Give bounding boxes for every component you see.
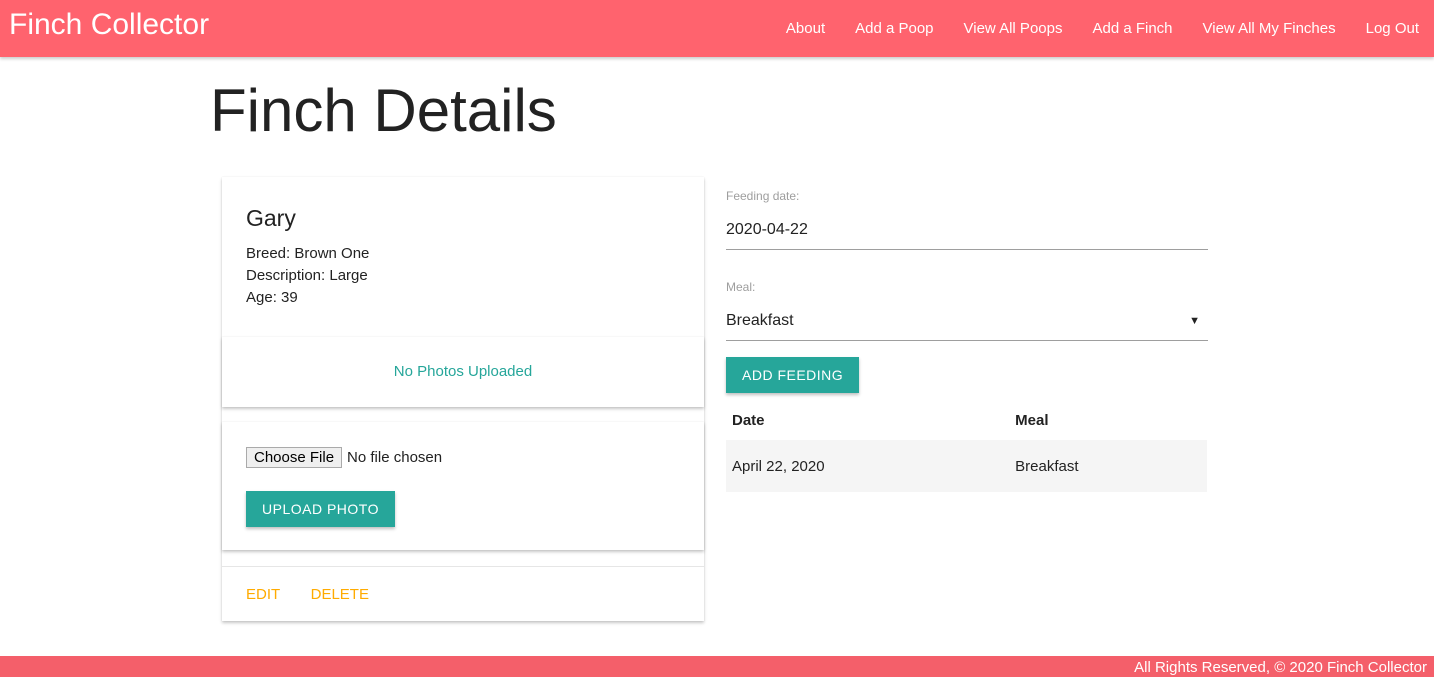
meal-label: Meal: [726,280,756,294]
table-row: April 22, 2020 Breakfast [726,440,1207,492]
nav-logout[interactable]: Log Out [1351,20,1434,37]
finch-info: Breed: Brown One Description: Large Age:… [246,243,369,309]
nav-add-poop[interactable]: Add a Poop [840,20,948,37]
header-date: Date [732,411,765,429]
caret-down-icon: ▼ [1189,315,1200,327]
feeding-date-value: 2020-04-22 [726,221,808,238]
footer: All Rights Reserved, © 2020 Finch Collec… [0,656,1434,677]
table-header: Date Meal [726,400,1207,440]
finch-age: Age: 39 [246,289,298,306]
feeding-date-input[interactable]: 2020-04-22 [726,210,1208,250]
finch-breed: Breed: Brown One [246,245,370,262]
choose-file-button[interactable]: Choose File [246,447,343,468]
file-status: No file chosen [347,449,443,466]
nav-add-finch[interactable]: Add a Finch [1077,20,1187,37]
page-title: Finch Details [210,77,557,144]
nav-links: About Add a Poop View All Poops Add a Fi… [771,0,1434,57]
nav-view-finches[interactable]: View All My Finches [1188,20,1351,37]
upload-photo-button[interactable]: UPLOAD PHOTO [246,491,395,527]
finch-name: Gary [246,205,296,231]
card-actions: EDIT DELETE [246,586,395,604]
brand-logo[interactable]: Finch Collector [9,8,209,42]
nav-view-poops[interactable]: View All Poops [949,20,1078,37]
finch-description: Description: Large [246,267,368,284]
nav-about[interactable]: About [771,20,840,37]
add-feeding-button[interactable]: ADD FEEDING [726,357,860,393]
photos-card: No Photos Uploaded [222,337,704,407]
file-input[interactable]: Choose File No file chosen [246,447,442,468]
meal-select[interactable]: Breakfast ▼ [726,301,1208,341]
meal-value: Breakfast [726,312,794,329]
no-photos-text: No Photos Uploaded [393,363,533,380]
edit-link[interactable]: EDIT [246,586,280,603]
feedings-table: Date Meal April 22, 2020 Breakfast [726,400,1207,492]
upload-card: Choose File No file chosen UPLOAD PHOTO [222,422,704,550]
header-meal: Meal [1015,411,1049,429]
cell-meal: Breakfast [1015,440,1207,492]
delete-link[interactable]: DELETE [311,586,369,603]
navbar: Finch Collector About Add a Poop View Al… [0,0,1434,57]
feeding-date-label: Feeding date: [726,189,800,203]
cell-date: April 22, 2020 [726,440,1016,492]
